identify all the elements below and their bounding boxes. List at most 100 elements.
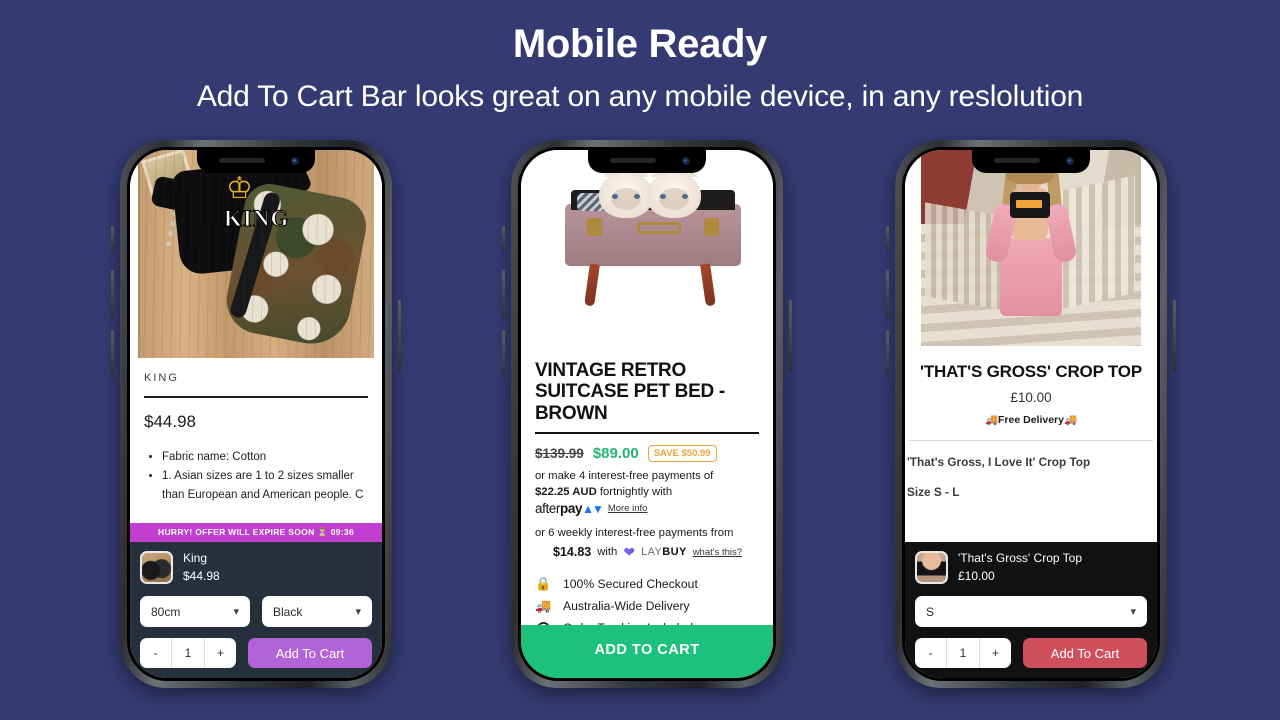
chevron-down-icon: ▾ [355,606,361,618]
price-row-2: $139.99 $89.00 SAVE $50.99 [535,434,759,468]
phone-mockup-3: 'THAT'S GROSS' CROP TOP £10.00 🚚Free Del… [886,140,1176,688]
front-camera-icon [291,157,299,165]
afterpay-logo: afterpay▲▼ [535,500,604,516]
silent-switch[interactable] [502,226,505,252]
quantity-increment-3[interactable]: + [980,638,1011,668]
quantity-decrement-1[interactable]: - [140,638,171,668]
phone-screen-1: ♔ KING KING $44.98 Fabric name: Cotton 1… [130,150,382,678]
product-brand-1: KING [144,372,179,384]
sticky-add-to-cart-bar-1: HURRY! OFFER WILL EXPIRE SOON ⏳ 09:36 Ki… [130,523,382,678]
volume-up-button[interactable] [886,270,889,318]
decor-chain [165,180,215,254]
volume-down-button[interactable] [502,330,505,378]
notch-3 [972,150,1090,173]
product-hero-image-2 [521,150,773,346]
volume-down-button[interactable] [886,330,889,378]
cart-variant-selects-1: 80cm ▾ Black ▾ [140,596,372,627]
volume-down-button[interactable] [111,330,114,378]
afterpay-more-info-link[interactable]: More info [608,503,648,514]
front-camera-icon [682,157,690,165]
phone-bezel-2: VINTAGE RETRO SUITCASE PET BED - BROWN $… [518,147,776,681]
chevron-down-icon: ▾ [1130,606,1136,618]
laybuy-logo-row: $14.83 with ❤ LAYBUY what's this? [535,544,759,561]
feature-label: Australia-Wide Delivery [563,598,690,613]
laybuy-amount: $14.83 [553,545,592,560]
size-select-3[interactable]: S ▾ [915,596,1147,627]
volume-up-button[interactable] [502,270,505,318]
notch-2 [588,150,706,173]
quantity-value-1[interactable]: 1 [171,638,205,668]
laybuy-with: with [597,546,618,559]
cart-bar-body-1: King $44.98 80cm ▾ Black ▾ - 1 + Add To … [130,542,382,678]
cart-product-price-3: £10.00 [958,568,995,583]
crown-icon: ♔ [226,172,253,205]
laybuy-whats-this-link[interactable]: what's this? [693,547,742,558]
model-photo [921,150,1141,346]
feature-row: 🚚 Australia-Wide Delivery [535,595,759,617]
power-button[interactable] [1173,300,1176,372]
add-to-cart-button-3[interactable]: Add To Cart [1023,638,1147,668]
quantity-increment-1[interactable]: + [205,638,236,668]
kitten-2 [647,163,701,218]
slide-canvas: Mobile Ready Add To Cart Bar looks great… [0,0,1280,720]
crop-top-print [1016,200,1042,208]
laybuy-line: or 6 weekly interest-free payments from [535,526,734,539]
afterpay-mark-icon: ▲▼ [582,501,604,516]
laybuy-logo-bold: BUY [662,546,687,559]
add-to-cart-button-1[interactable]: Add To Cart [248,638,372,668]
urgency-text: HURRY! OFFER WILL EXPIRE SOON [158,527,315,538]
suitcase-leg-right [700,263,716,307]
kitten-eye [634,194,640,199]
feature-label: 100% Secured Checkout [563,576,698,591]
suitcase-latch-right [704,218,719,236]
truck-icon: 🚚 [984,414,999,427]
volume-up-button[interactable] [111,270,114,318]
cart-product-row-3: 'That's Gross' Crop Top £10.00 [915,550,1147,585]
kitten-face [659,188,689,210]
size-select-value-1: 80cm [151,604,181,619]
feature-row: 🔒 100% Secured Checkout [535,573,759,595]
suitcase-latch-left [587,218,602,236]
kitten-eye [612,194,618,199]
power-button[interactable] [789,300,792,372]
product-price-1: $44.98 [144,412,196,431]
kitten-face [611,188,641,210]
product-title-3: 'THAT'S GROSS' CROP TOP [920,362,1142,381]
add-to-cart-button-2[interactable]: ADD TO CART [521,625,773,678]
quantity-decrement-3[interactable]: - [915,638,946,668]
truck-icon: 🚚 [1063,414,1078,427]
product-info-3: 'THAT'S GROSS' CROP TOP £10.00 🚚Free Del… [905,346,1157,499]
cart-product-row-1: King $44.98 [140,550,372,585]
product-desc-line-2: Size S - L [907,485,960,500]
bullet-item: Fabric name: Cotton [162,448,368,467]
truck-icon: 🚚 [535,597,552,613]
sticky-add-to-cart-bar-3: 'That's Gross' Crop Top £10.00 S ▾ - 1 +… [905,542,1157,678]
urgency-banner-1: HURRY! OFFER WILL EXPIRE SOON ⏳ 09:36 [130,523,382,543]
silent-switch[interactable] [111,226,114,252]
decor-frame [141,150,195,200]
shirt-print-text: KING [223,206,290,232]
lock-icon: 🔒 [535,575,552,591]
afterpay-line-2: fortnightly with [599,485,673,498]
color-select-1[interactable]: Black ▾ [262,596,372,627]
size-select-1[interactable]: 80cm ▾ [140,596,250,627]
silent-switch[interactable] [886,226,889,252]
model-figure [984,150,1078,346]
cart-product-name-3: 'That's Gross' Crop Top [958,551,1083,566]
product-info-1: KING $44.98 Fabric name: Cotton 1. Asian… [130,358,382,505]
quantity-stepper-3[interactable]: - 1 + [915,638,1011,668]
afterpay-logo-bold: pay [560,500,583,516]
cart-bar-body-3: 'That's Gross' Crop Top £10.00 S ▾ - 1 +… [905,542,1157,678]
hero-image-wrapper-1: ♔ KING [130,150,382,358]
page-subtitle: Add To Cart Bar looks great on any mobil… [196,80,1084,113]
product-hero-image-1: ♔ KING [138,150,374,358]
power-button[interactable] [398,300,401,372]
quantity-value-3[interactable]: 1 [946,638,980,668]
save-badge-2: SAVE $50.99 [647,444,717,462]
phone-screen-2: VINTAGE RETRO SUITCASE PET BED - BROWN $… [521,150,773,678]
sticky-add-to-cart-bar-2: ADD TO CART [521,625,773,678]
afterpay-logo-light: after [535,500,561,516]
cart-product-price-1: $44.98 [183,568,220,583]
afterpay-line-1: or make 4 interest-free payments of [535,469,714,482]
quantity-stepper-1[interactable]: - 1 + [140,638,236,668]
